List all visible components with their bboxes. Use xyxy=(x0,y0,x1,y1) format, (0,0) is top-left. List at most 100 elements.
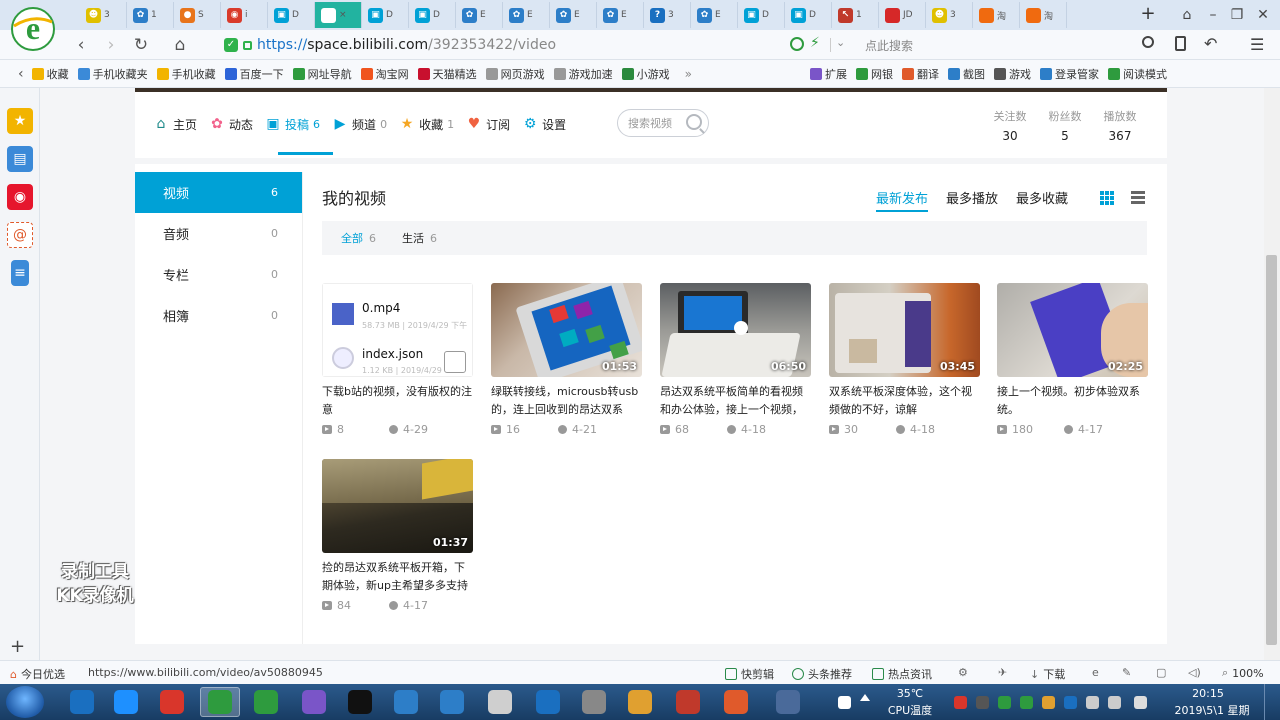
video-title[interactable]: 捡的昂达双系统平板开箱，下期体验，新up主希望多多支持 xyxy=(322,559,473,595)
content-type-item[interactable]: 音频 0 xyxy=(135,213,302,254)
video-search-input[interactable]: 搜索视频 xyxy=(617,109,709,137)
taskbar-app-button[interactable] xyxy=(716,687,756,717)
clock-time[interactable]: 20:15 xyxy=(1180,687,1236,700)
taskbar-app-button[interactable] xyxy=(62,687,102,717)
video-thumbnail[interactable]: 06:50 xyxy=(660,283,811,377)
mobile-icon[interactable] xyxy=(1175,36,1186,51)
bookmark-item[interactable]: 收藏 xyxy=(31,66,69,82)
reader-icon[interactable]: ▤ xyxy=(7,146,33,172)
dropdown-chevron-icon[interactable]: ⌄ xyxy=(836,36,845,49)
zoom-level[interactable]: ⌕ 100% xyxy=(1222,666,1264,680)
video-thumbnail[interactable]: 0.mp4 58.73 MB | 2019/4/29 下午 index.json 1.… xyxy=(322,283,473,377)
video-thumbnail[interactable]: 01:37 xyxy=(322,459,473,553)
bookmark-item[interactable]: 网址导航 xyxy=(292,66,352,82)
speed-icon[interactable] xyxy=(790,37,804,51)
lightning-icon[interactable]: ⚡ xyxy=(810,35,820,51)
bookmark-item[interactable]: 天猫精选 xyxy=(417,66,477,82)
browser-tab[interactable]: ▣ D xyxy=(268,2,315,28)
video-card[interactable]: 0.mp4 58.73 MB | 2019/4/29 下午 index.json 1.… xyxy=(322,283,473,436)
stat-item[interactable]: 播放数 367 xyxy=(1095,108,1145,143)
start-button[interactable] xyxy=(6,686,44,718)
video-card[interactable]: 03:45 双系统平板深度体验，这个视频做的不好，谅解 30 4-18 xyxy=(829,283,980,436)
browser-tab[interactable]: ▣ D xyxy=(738,2,785,28)
browser-tab[interactable]: ✿ E xyxy=(456,2,503,28)
nav-tab[interactable]: ✿ 动态 xyxy=(209,114,253,134)
watch-later-icon[interactable] xyxy=(444,351,466,373)
stat-item[interactable]: 粉丝数 5 xyxy=(1040,108,1090,143)
browser-tab[interactable]: ↖ 1 xyxy=(832,2,879,28)
toolbar-item[interactable]: 翻译 xyxy=(902,66,939,82)
today-picks[interactable]: ⌂ 今日优选 xyxy=(10,666,65,682)
minimize-button[interactable]: – xyxy=(1202,4,1224,26)
new-tab-button[interactable]: + xyxy=(1138,3,1158,25)
browser-tab[interactable]: ✿ 1 xyxy=(127,2,174,28)
video-title[interactable]: 昂达双系统平板简单的看视频和办公体验，接上一个视频， xyxy=(660,383,811,419)
toolbar-item[interactable]: 阅读模式 xyxy=(1108,66,1167,82)
scrollbar-thumb[interactable] xyxy=(1266,255,1277,645)
taskbar-app-button[interactable] xyxy=(200,687,240,717)
browser-tab[interactable]: ▣ D xyxy=(362,2,409,28)
category-filter[interactable]: 全部 6 xyxy=(341,230,376,246)
tray-app-icon-1[interactable] xyxy=(954,696,967,709)
show-desktop-button[interactable] xyxy=(1264,684,1280,720)
stat-item[interactable]: 关注数 30 xyxy=(985,108,1035,143)
toolbar-item[interactable]: 登录管家 xyxy=(1040,66,1099,82)
ie-icon[interactable]: e xyxy=(1092,666,1099,679)
undo-icon[interactable]: ↶ xyxy=(1204,34,1217,53)
search-input[interactable]: 点此搜索 xyxy=(865,37,913,54)
volume-icon[interactable]: ◁) xyxy=(1188,666,1201,679)
clock-date[interactable]: 2019\5\1 星期三 xyxy=(1170,702,1254,720)
clean-icon[interactable]: ✎ xyxy=(1122,666,1131,679)
browser-tab[interactable]: ✿ E xyxy=(550,2,597,28)
browser-tab[interactable]: ● S xyxy=(174,2,221,28)
browser-tab[interactable]: ◉ i xyxy=(221,2,268,28)
nav-tab[interactable]: ▣ 投稿 6 xyxy=(265,114,320,134)
grid-view-icon[interactable] xyxy=(1100,191,1114,205)
tray-volume-icon[interactable] xyxy=(1108,696,1121,709)
browser-tab[interactable]: ✿ E xyxy=(503,2,550,28)
home-button[interactable]: ⌂ xyxy=(169,34,191,56)
taskbar-app-button[interactable] xyxy=(246,687,286,717)
tray-check-icon[interactable] xyxy=(838,696,851,709)
bookmark-item[interactable]: 手机收藏 xyxy=(156,66,216,82)
video-title[interactable]: 双系统平板深度体验，这个视频做的不好，谅解 xyxy=(829,383,980,419)
sort-tab[interactable]: 最多播放 xyxy=(946,188,998,212)
close-button[interactable]: ✕ xyxy=(1252,4,1274,26)
category-filter[interactable]: 生活 6 xyxy=(402,230,437,246)
bookmark-item[interactable]: 游戏加速 xyxy=(553,66,613,82)
taskbar-app-button[interactable] xyxy=(480,687,520,717)
video-card[interactable]: 01:53 绿联转接线，microusb转usb的，连上回收到的昂达双系 16 4-2… xyxy=(491,283,642,436)
bookmarks-scroll-left-icon[interactable]: ‹ xyxy=(18,66,24,82)
nav-tab[interactable]: ★ 收藏 1 xyxy=(399,114,454,134)
bookmark-item[interactable]: 淘宝网 xyxy=(360,66,409,82)
back-button[interactable]: ‹ xyxy=(70,34,92,56)
taskbar-app-button[interactable] xyxy=(106,687,146,717)
bookmark-item[interactable]: 手机收藏夹 xyxy=(77,66,148,82)
forward-button[interactable]: › xyxy=(100,34,122,56)
video-card[interactable]: 01:37 捡的昂达双系统平板开箱，下期体验，新up主希望多多支持 84 4-17 xyxy=(322,459,473,612)
taskbar-app-button[interactable] xyxy=(432,687,472,717)
content-type-item[interactable]: 相簿 0 xyxy=(135,295,302,336)
tray-app-icon-6[interactable] xyxy=(1064,696,1077,709)
tray-app-icon-5[interactable] xyxy=(1042,696,1055,709)
window-icon[interactable]: ▢ xyxy=(1156,666,1166,679)
nav-tab[interactable]: ♥ 订阅 xyxy=(466,114,510,134)
video-title[interactable]: 绿联转接线，microusb转usb的，连上回收到的昂达双系 xyxy=(491,383,642,419)
browser-tab[interactable]: 淘 xyxy=(973,2,1020,28)
tray-app-icon-2[interactable] xyxy=(976,696,989,709)
tray-expand-icon[interactable] xyxy=(860,694,870,701)
browser-tab[interactable]: ☻ 3 xyxy=(80,2,127,28)
list-view-icon[interactable] xyxy=(1131,191,1145,205)
browser-tab[interactable]: ☻ 3 xyxy=(926,2,973,28)
nav-tab[interactable]: ▶ 频道 0 xyxy=(332,114,387,134)
taskbar-app-button[interactable] xyxy=(620,687,660,717)
content-type-item[interactable]: 专栏 0 xyxy=(135,254,302,295)
browser-tab[interactable]: ✿ E xyxy=(691,2,738,28)
toolbar-item[interactable]: 游戏 xyxy=(994,66,1031,82)
settings-icon[interactable]: ⚙ xyxy=(958,666,968,679)
toolbar-item[interactable]: 截图 xyxy=(948,66,985,82)
toolbar-item[interactable]: 网银 xyxy=(856,66,893,82)
video-title[interactable]: 接上一个视频。初步体验双系统。 xyxy=(997,383,1148,419)
bookmark-item[interactable]: 小游戏 xyxy=(621,66,670,82)
video-title[interactable]: 下载b站的视频，没有版权的注意 xyxy=(322,383,473,419)
